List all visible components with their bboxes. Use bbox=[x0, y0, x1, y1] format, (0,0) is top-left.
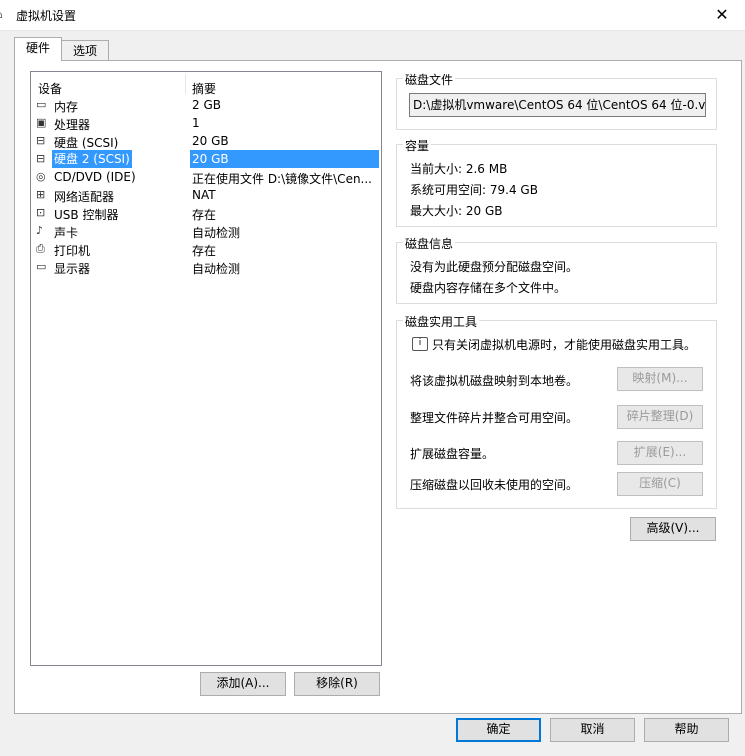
disk-info-storage-text: 硬盘内容存储在多个文件中。 bbox=[410, 281, 567, 295]
device-summary: 自动检测 bbox=[192, 262, 241, 276]
compact-label: 压缩磁盘以回收未使用的空间。 bbox=[410, 478, 579, 492]
harddisk-icon: ⊟ bbox=[36, 152, 46, 165]
device-row[interactable]: ▭ 显示器 自动检测 bbox=[35, 258, 379, 276]
cd-dvd-icon: ◎ bbox=[36, 170, 46, 183]
title-bar: ⌂ 虚拟机设置 ✕ bbox=[0, 0, 745, 31]
device-name: 网络适配器 bbox=[54, 190, 115, 204]
device-summary: 存在 bbox=[192, 208, 217, 222]
device-name: 打印机 bbox=[54, 244, 91, 258]
device-row[interactable]: ⊡ USB 控制器 存在 bbox=[35, 204, 379, 222]
compact-button[interactable]: 压缩(C) bbox=[617, 472, 703, 496]
capacity-group: 容量 当前大小: 2.6 MB 系统可用空间: 79.4 GB 最大大小: 20… bbox=[396, 137, 717, 227]
ok-button[interactable]: 确定 bbox=[456, 718, 541, 742]
column-header-device[interactable]: 设备 bbox=[38, 80, 62, 97]
disk-file-group: 磁盘文件 D:\虚拟机vmware\CentOS 64 位\CentOS 64 … bbox=[396, 71, 717, 130]
help-button[interactable]: 帮助 bbox=[644, 718, 729, 742]
device-name: CD/DVD (IDE) bbox=[54, 170, 136, 184]
map-button[interactable]: 映射(M)... bbox=[617, 367, 703, 391]
tab-hardware[interactable]: 硬件 bbox=[14, 37, 62, 61]
expand-button[interactable]: 扩展(E)... bbox=[617, 441, 703, 465]
device-name: 硬盘 2 (SCSI) bbox=[52, 150, 132, 168]
max-size-text: 最大大小: 20 GB bbox=[410, 204, 503, 218]
current-size-text: 当前大小: 2.6 MB bbox=[410, 162, 508, 176]
device-list-header: 设备 摘要 bbox=[31, 72, 381, 97]
disk-info-legend: 磁盘信息 bbox=[403, 235, 456, 252]
device-row[interactable]: ▣ 处理器 1 bbox=[35, 114, 379, 132]
cancel-button[interactable]: 取消 bbox=[550, 718, 635, 742]
device-name: 处理器 bbox=[54, 118, 91, 132]
network-adapter-icon: ⊞ bbox=[36, 188, 46, 201]
device-summary: 正在使用文件 D:\镜像文件\Cen... bbox=[192, 172, 372, 186]
device-row[interactable]: ⊟ 硬盘 (SCSI) 20 GB bbox=[35, 132, 379, 150]
memory-icon: ▭ bbox=[36, 98, 47, 111]
advanced-button[interactable]: 高级(V)... bbox=[630, 517, 716, 541]
defrag-label: 整理文件碎片并整合可用空间。 bbox=[410, 411, 579, 425]
device-row[interactable]: ▭ 内存 2 GB bbox=[35, 96, 379, 114]
processor-icon: ▣ bbox=[36, 116, 47, 129]
device-summary: 存在 bbox=[192, 244, 217, 258]
device-summary: NAT bbox=[192, 188, 216, 202]
display-icon: ▭ bbox=[36, 260, 47, 273]
disk-file-legend: 磁盘文件 bbox=[403, 71, 456, 88]
window-title: 虚拟机设置 bbox=[16, 9, 77, 23]
device-list[interactable]: 设备 摘要 ▭ 内存 2 GB ▣ 处理器 1 ⊟ 硬盘 (SCSI) 20 GB ⊟ 硬盘 2 (… bbox=[30, 71, 382, 666]
disk-info-group: 磁盘信息 没有为此硬盘预分配磁盘空间。 硬盘内容存储在多个文件中。 bbox=[396, 235, 717, 304]
device-name: 显示器 bbox=[54, 262, 91, 276]
app-icon: ⌂ bbox=[0, 8, 6, 21]
disk-file-path-field[interactable]: D:\虚拟机vmware\CentOS 64 位\CentOS 64 位-0.v… bbox=[409, 93, 706, 117]
device-name: 声卡 bbox=[54, 226, 79, 240]
expand-label: 扩展磁盘容量。 bbox=[410, 447, 495, 461]
column-header-summary[interactable]: 摘要 bbox=[192, 80, 216, 97]
device-row[interactable]: ⊟ 硬盘 2 (SCSI) 20 GB bbox=[35, 150, 379, 168]
power-off-notice: 只有关闭虚拟机电源时，才能使用磁盘实用工具。 bbox=[432, 338, 697, 352]
disk-info-preallocation-text: 没有为此硬盘预分配磁盘空间。 bbox=[410, 260, 579, 274]
printer-icon: ⎙ bbox=[36, 242, 45, 255]
available-space-text: 系统可用空间: 79.4 GB bbox=[410, 183, 538, 197]
harddisk-icon: ⊟ bbox=[36, 134, 46, 147]
device-summary: 20 GB bbox=[192, 152, 229, 166]
capacity-legend: 容量 bbox=[403, 137, 432, 154]
remove-device-button[interactable]: 移除(R) bbox=[294, 672, 380, 696]
device-name: 内存 bbox=[54, 100, 79, 114]
device-name: 硬盘 (SCSI) bbox=[54, 136, 119, 150]
tab-options[interactable]: 选项 bbox=[61, 40, 109, 61]
usb-icon: ⊡ bbox=[36, 206, 46, 219]
defragment-button[interactable]: 碎片整理(D) bbox=[617, 405, 703, 429]
close-icon[interactable]: ✕ bbox=[699, 0, 745, 30]
device-summary: 2 GB bbox=[192, 98, 221, 112]
info-icon: i bbox=[412, 337, 428, 351]
device-row[interactable]: ⊞ 网络适配器 NAT bbox=[35, 186, 379, 204]
device-row[interactable]: ♪ 声卡 自动检测 bbox=[35, 222, 379, 240]
device-summary: 自动检测 bbox=[192, 226, 241, 240]
map-label: 将该虚拟机磁盘映射到本地卷。 bbox=[410, 374, 579, 388]
tab-panel: 设备 摘要 ▭ 内存 2 GB ▣ 处理器 1 ⊟ 硬盘 (SCSI) 20 GB ⊟ 硬盘 2 (… bbox=[14, 60, 742, 714]
column-divider[interactable] bbox=[185, 74, 186, 94]
device-name: USB 控制器 bbox=[54, 208, 119, 222]
disk-utilities-legend: 磁盘实用工具 bbox=[403, 313, 480, 330]
device-row[interactable]: ◎ CD/DVD (IDE) 正在使用文件 D:\镜像文件\Cen... bbox=[35, 168, 379, 186]
device-summary: 20 GB bbox=[192, 134, 229, 148]
sound-icon: ♪ bbox=[36, 224, 44, 237]
add-device-button[interactable]: 添加(A)... bbox=[200, 672, 286, 696]
disk-utilities-group: 磁盘实用工具 i 只有关闭虚拟机电源时，才能使用磁盘实用工具。 将该虚拟机磁盘映… bbox=[396, 313, 717, 509]
device-summary: 1 bbox=[192, 116, 200, 130]
device-row[interactable]: ⎙ 打印机 存在 bbox=[35, 240, 379, 258]
